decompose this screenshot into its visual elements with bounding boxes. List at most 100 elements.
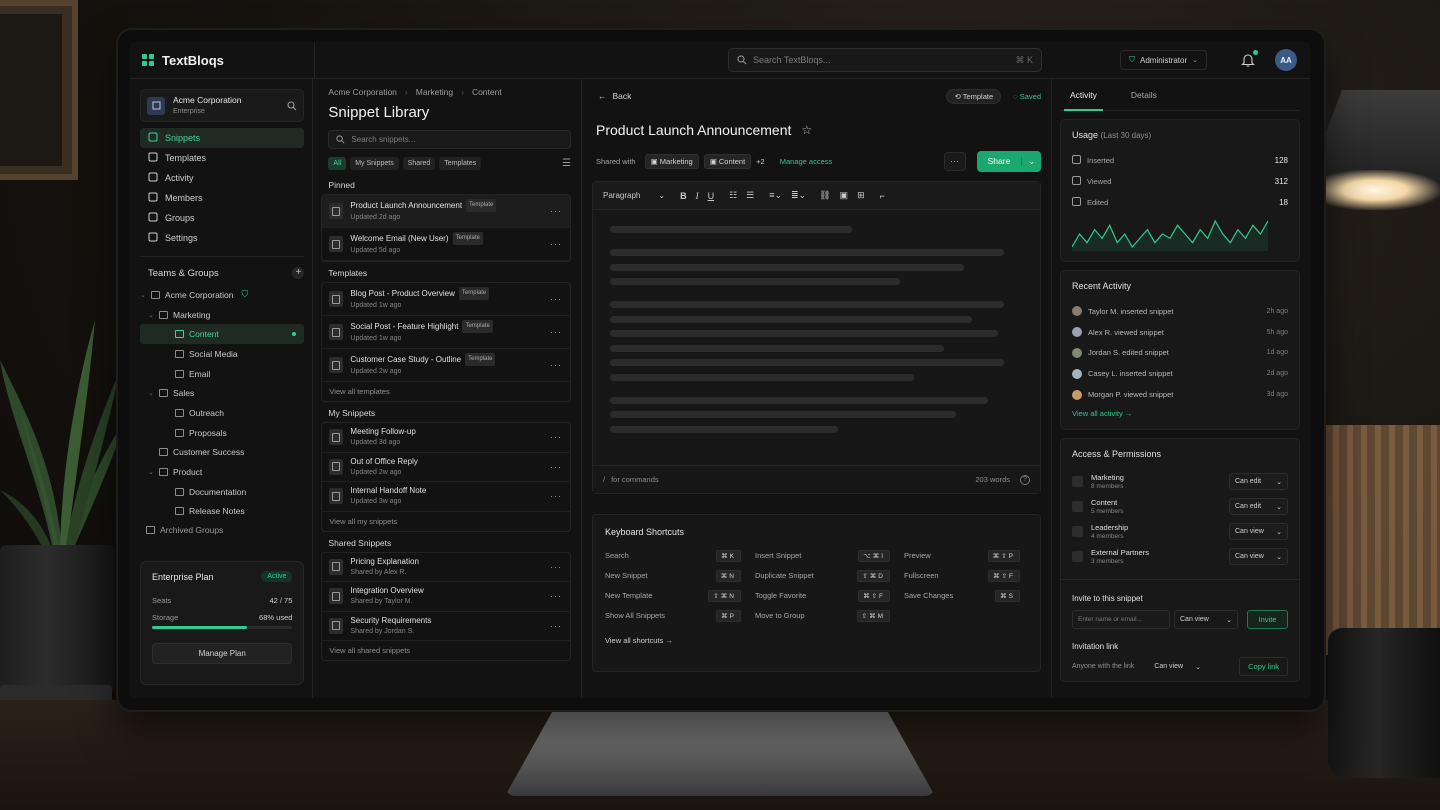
more-options-button[interactable]: ··· [943, 151, 966, 171]
brand[interactable]: TextBloqs [130, 42, 315, 78]
sidebar-item-snippets[interactable]: Snippets [140, 128, 305, 148]
permission-select[interactable]: Can view ⌄ [1229, 523, 1288, 540]
breadcrumb-item[interactable]: Acme Corporation [328, 87, 397, 97]
activity-item[interactable]: Jordan S. edited snippet 1d ago [1072, 343, 1288, 364]
snippet-search-input[interactable]: Search snippets... [328, 130, 571, 149]
snippet-row[interactable]: Blog Post - Product Overview Template Upda… [322, 283, 570, 316]
add-group-button[interactable]: + [292, 267, 305, 279]
manage-access-link[interactable]: Manage access [780, 157, 833, 166]
view-all-link[interactable]: View all shared snippets [322, 641, 570, 660]
chevron-icon[interactable]: ⌄ [148, 389, 154, 397]
tree-item[interactable]: Outreach [140, 403, 304, 423]
sidebar-item-activity[interactable]: Activity [140, 168, 304, 188]
shared-more-count[interactable]: +2 [756, 157, 765, 166]
chevron-icon[interactable]: ⌄ [148, 311, 154, 319]
view-all-activity-link[interactable]: View all activity → [1072, 409, 1288, 418]
breadcrumb-item[interactable]: Content [472, 87, 502, 97]
chevron-icon[interactable]: ⌄ [140, 291, 146, 299]
activity-item[interactable]: Morgan P. viewed snippet 3d ago [1072, 384, 1288, 405]
filter-chip-templates[interactable]: Templates [439, 157, 482, 170]
activity-item[interactable]: Casey L. inserted snippet 2d ago [1072, 363, 1288, 384]
more-icon[interactable]: ··· [550, 462, 562, 472]
tree-item[interactable]: Customer Success [140, 443, 304, 463]
snippet-row[interactable]: Social Post - Feature Highlight Template U… [322, 316, 570, 349]
invite-button[interactable]: Invite [1247, 610, 1288, 629]
help-icon[interactable]: ? [1020, 474, 1030, 485]
shared-group-pill[interactable]: ▣ Marketing [644, 153, 699, 169]
activity-item[interactable]: Alex R. viewed snippet 5h ago [1072, 322, 1288, 343]
snippet-row[interactable]: Integration Overview Shared by Taylor M. ·… [322, 582, 570, 612]
tree-item[interactable]: ⌄ Sales [140, 383, 304, 403]
tree-item[interactable]: Release Notes [140, 502, 304, 522]
align-icon[interactable]: ≡⌄ [769, 190, 782, 201]
archived-groups-link[interactable]: Archived Groups [140, 521, 304, 539]
line-spacing-icon[interactable]: ≣⌄ [791, 190, 806, 201]
activity-item[interactable]: Taylor M. inserted snippet 2h ago [1072, 301, 1288, 322]
global-search-input[interactable]: Search TextBloqs... ⌘ K [728, 48, 1042, 72]
tree-item[interactable]: Content [140, 324, 305, 345]
bold-icon[interactable]: B [680, 191, 687, 201]
filter-icon[interactable]: ☰ [562, 158, 571, 169]
sidebar-item-groups[interactable]: Groups [140, 208, 304, 228]
more-icon[interactable]: ··· [550, 239, 562, 249]
invite-permission-select[interactable]: Can view ⌄ [1174, 610, 1238, 629]
more-icon[interactable]: ··· [550, 562, 562, 572]
more-icon[interactable]: ··· [550, 591, 562, 601]
tree-item[interactable]: ⌄ Marketing [140, 305, 304, 325]
filter-chip-all[interactable]: All [328, 157, 347, 170]
underline-icon[interactable]: U [708, 191, 715, 201]
variable-icon[interactable]: ⌐ [880, 191, 885, 201]
shared-group-pill[interactable]: ▣ Content [703, 153, 752, 169]
more-icon[interactable]: ··· [550, 206, 562, 216]
more-icon[interactable]: ··· [550, 327, 562, 337]
view-all-link[interactable]: View all templates [322, 382, 570, 401]
copy-link-button[interactable]: Copy link [1239, 657, 1288, 676]
link-permission-select[interactable]: Can view ⌄ [1154, 663, 1201, 671]
more-icon[interactable]: ··· [550, 360, 562, 370]
snippet-row[interactable]: Out of Office Reply Updated 2w ago ··· [322, 453, 570, 482]
tree-item[interactable]: Documentation [140, 482, 304, 502]
permission-select[interactable]: Can edit ⌄ [1229, 498, 1288, 515]
sidebar-item-members[interactable]: Members [140, 188, 304, 208]
paragraph-style-dropdown[interactable]: Paragraph ⌄ [603, 191, 665, 200]
snippet-row[interactable]: Security Requirements Shared by Jordan S.… [322, 612, 570, 641]
breadcrumb-item[interactable]: Marketing [416, 87, 453, 97]
sidebar-item-settings[interactable]: Settings [140, 228, 304, 248]
italic-icon[interactable]: I [696, 191, 699, 201]
table-icon[interactable]: ⊞ [857, 190, 865, 201]
more-icon[interactable]: ··· [550, 491, 562, 501]
invite-email-input[interactable]: Enter name or email... [1072, 610, 1170, 629]
tree-item[interactable]: Email [140, 364, 304, 384]
bullet-list-icon[interactable]: ☰ [746, 190, 754, 201]
filter-chip-shared[interactable]: Shared [402, 157, 436, 170]
link-icon[interactable]: ⛓ [819, 190, 830, 201]
role-dropdown[interactable]: ⛉ Administrator ⌄ [1120, 50, 1207, 70]
numbered-list-icon[interactable]: ☷ [729, 190, 737, 201]
view-all-shortcuts-link[interactable]: View all shortcuts → [605, 636, 1028, 645]
search-icon[interactable] [287, 100, 297, 111]
chevron-icon[interactable]: ⌄ [148, 468, 154, 476]
more-icon[interactable]: ··· [550, 294, 562, 304]
editor-box[interactable]: Paragraph ⌄ B I U ☷ ☰ ≡⌄ ≣⌄ ⛓ ▣ ⊞ ⌐ / fo… [592, 181, 1041, 494]
snippet-row[interactable]: Meeting Follow-up Updated 3d ago ··· [322, 423, 570, 453]
org-switcher[interactable]: Acme Corporation Enterprise [140, 89, 305, 122]
tab-details[interactable]: Details [1131, 90, 1157, 100]
filter-chip-my-snippets[interactable]: My Snippets [350, 157, 399, 170]
more-icon[interactable]: ··· [550, 432, 562, 442]
tree-item[interactable]: Proposals [140, 423, 304, 443]
user-avatar[interactable]: AA [1275, 49, 1297, 71]
chevron-down-icon[interactable]: ⌄ [1021, 156, 1041, 166]
tree-item[interactable]: Social Media [140, 344, 304, 364]
star-icon[interactable]: ☆ [801, 123, 812, 137]
snippet-row[interactable]: Product Launch Announcement Template Updat… [322, 195, 570, 228]
more-icon[interactable]: ··· [550, 621, 562, 631]
share-button[interactable]: Share ⌄ [976, 150, 1041, 172]
snippet-row[interactable]: Customer Case Study - Outline Template Upd… [322, 349, 570, 382]
view-all-link[interactable]: View all my snippets [322, 512, 570, 531]
permission-select[interactable]: Can view ⌄ [1229, 548, 1288, 565]
snippet-row[interactable]: Welcome Email (New User) Template Updated … [322, 228, 570, 261]
snippet-row[interactable]: Internal Handoff Note Updated 3w ago ··· [322, 482, 570, 512]
tab-activity[interactable]: Activity [1064, 90, 1103, 111]
image-icon[interactable]: ▣ [840, 190, 849, 201]
sidebar-item-templates[interactable]: Templates [140, 148, 304, 168]
